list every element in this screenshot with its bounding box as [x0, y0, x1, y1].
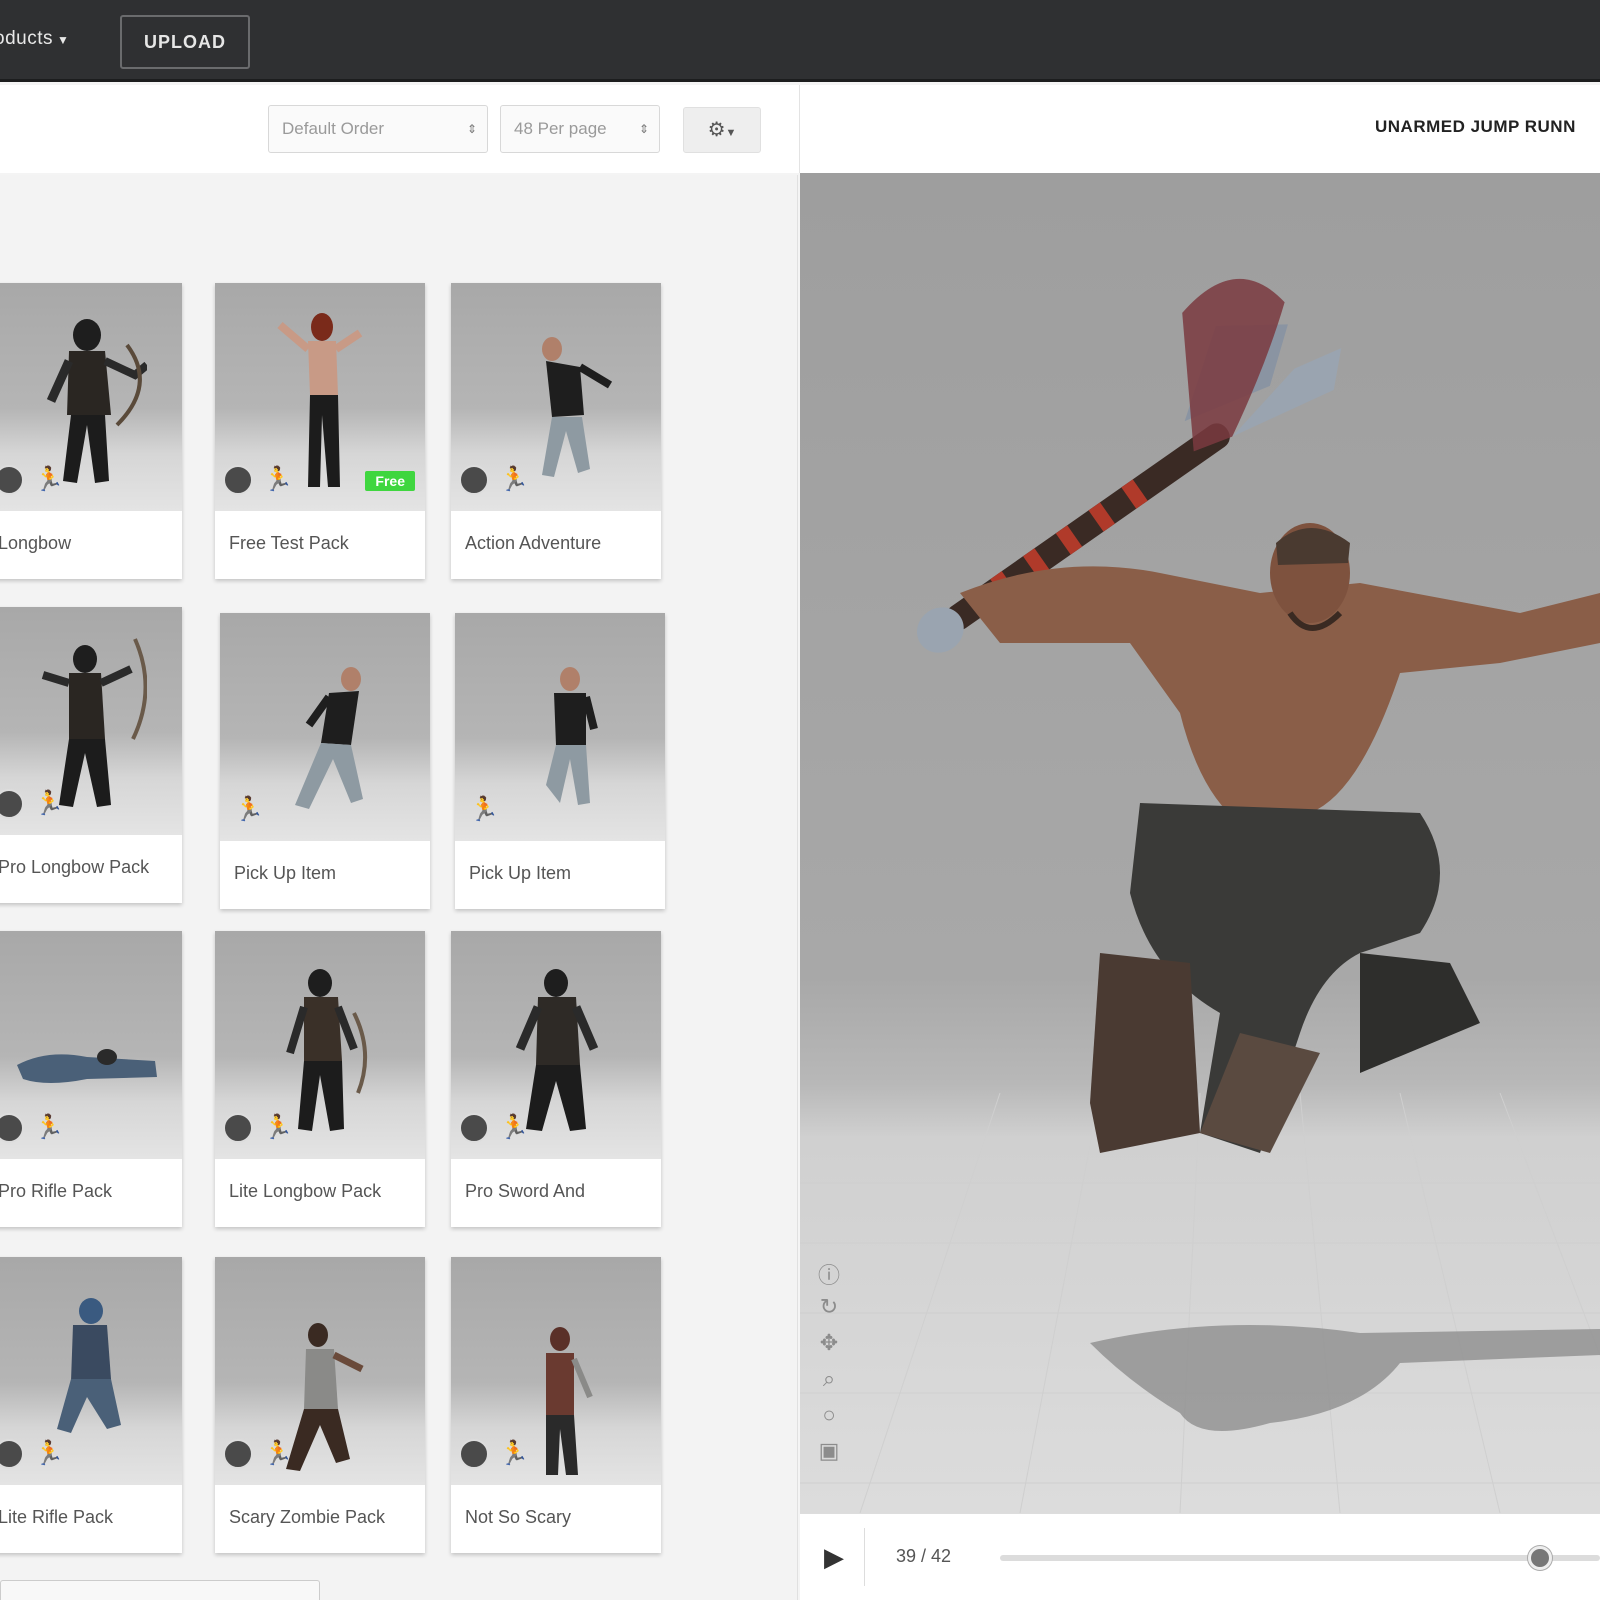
gear-icon: ⚙: [707, 119, 726, 141]
card-thumbnail: 🏃: [0, 1257, 182, 1485]
running-figure-icon: 🏃: [34, 790, 64, 817]
card-pick-up-item[interactable]: 🏃 Pick Up Item: [455, 613, 665, 909]
card-free-test-pack[interactable]: 🏃 Free Free Test Pack: [215, 283, 425, 579]
viewer-header: UNARMED JUMP RUNN: [800, 85, 1600, 173]
divider: [864, 1528, 865, 1586]
character-figure: [17, 1049, 157, 1083]
running-figure-icon: 🏃: [263, 1114, 293, 1141]
animation-count-icon: [223, 1439, 253, 1469]
card-title: Scary Zombie Pack: [229, 1507, 386, 1527]
animation-count-icon: [459, 1113, 489, 1143]
animation-count-icon: [459, 465, 489, 495]
card-thumbnail: 🏃: [451, 1257, 661, 1485]
card-title: Longbow: [0, 533, 72, 553]
card-scary-zombie-pack[interactable]: 🏃 Scary Zombie Pack: [215, 1257, 425, 1553]
select-arrows-icon: ⇕: [466, 122, 477, 136]
playback-bar: ▶ 39 / 42: [800, 1513, 1600, 1600]
card-lite-rifle-pack[interactable]: 🏃 Lite Rifle Pack: [0, 1257, 182, 1553]
card-title: Pro Longbow Pack: [0, 857, 150, 877]
card-lite-longbow-pack[interactable]: 🏃 Lite Longbow Pack: [215, 931, 425, 1227]
3d-viewer[interactable]: ⓘ ↻ ✥ ⌕ ○ ▣: [800, 173, 1600, 1513]
character-figure: [295, 667, 363, 809]
card-title: Pick Up Item: [234, 863, 337, 883]
info-icon[interactable]: ⓘ: [814, 1258, 844, 1294]
products-menu-label: oducts: [0, 28, 53, 49]
camera-icon[interactable]: ▣: [814, 1438, 844, 1474]
card-thumbnail: 🏃: [451, 283, 661, 511]
order-select-value: Default Order: [282, 119, 385, 138]
card-title: Pro Sword And: [465, 1181, 586, 1201]
per-page-select-value: 48 Per page: [514, 119, 607, 138]
play-icon[interactable]: ▶: [824, 1542, 844, 1573]
character-figure: [46, 319, 147, 483]
animation-grid: 🏃 Longbow 🏃 Free Free Test Pack 🏃 Action…: [0, 175, 798, 1600]
animation-title: UNARMED JUMP RUNN: [1375, 117, 1576, 136]
card-thumbnail: 🏃: [455, 613, 665, 841]
card-thumbnail: 🏃: [0, 283, 182, 511]
running-figure-icon: 🏃: [469, 796, 499, 823]
order-select[interactable]: Default Order ⇕: [268, 105, 488, 153]
card-longbow[interactable]: 🏃 Longbow: [0, 283, 182, 579]
card-thumbnail: 🏃: [0, 931, 182, 1159]
horizontal-scrollbar[interactable]: [0, 1580, 320, 1600]
card-pro-rifle-pack[interactable]: 🏃 Pro Rifle Pack: [0, 931, 182, 1227]
settings-button[interactable]: ⚙▼: [683, 107, 761, 153]
timeline-track[interactable]: [1000, 1555, 1600, 1561]
card-thumbnail: 🏃: [215, 1257, 425, 1485]
card-pro-sword-and[interactable]: 🏃 Pro Sword And: [451, 931, 661, 1227]
character-model: [916, 279, 1600, 1153]
center-icon[interactable]: ✥: [814, 1330, 844, 1366]
running-figure-icon: 🏃: [234, 796, 264, 823]
card-title: Pick Up Item: [469, 863, 572, 883]
character-figure: [57, 1298, 121, 1433]
card-thumbnail: 🏃: [451, 931, 661, 1159]
card-title: Pro Rifle Pack: [0, 1181, 113, 1201]
chevron-down-icon: ▼: [56, 33, 70, 47]
running-figure-icon: 🏃: [499, 1114, 529, 1141]
card-title: Lite Longbow Pack: [229, 1181, 382, 1201]
timeline-scrubber[interactable]: [1528, 1546, 1552, 1570]
top-navbar: oducts▼ UPLOAD: [0, 0, 1600, 82]
running-figure-icon: 🏃: [263, 1440, 293, 1467]
upload-button[interactable]: UPLOAD: [120, 15, 250, 69]
card-pro-longbow-pack[interactable]: 🏃 Pro Longbow Pack: [0, 607, 182, 903]
free-badge: Free: [365, 471, 415, 491]
card-thumbnail: 🏃 Free: [215, 283, 425, 511]
character-figure: [546, 667, 598, 805]
zoom-icon[interactable]: ⌕: [814, 1366, 844, 1402]
character-figure: [41, 638, 147, 807]
reset-icon[interactable]: ○: [814, 1402, 844, 1438]
card-title: Not So Scary: [465, 1507, 572, 1527]
chevron-down-icon: ▼: [725, 127, 737, 139]
frame-counter: 39 / 42: [896, 1546, 952, 1566]
card-action-adventure[interactable]: 🏃 Action Adventure: [451, 283, 661, 579]
viewer-tools: ⓘ ↻ ✥ ⌕ ○ ▣: [814, 1258, 844, 1474]
running-figure-icon: 🏃: [34, 466, 64, 493]
animation-count-icon: [459, 1439, 489, 1469]
card-thumbnail: 🏃: [0, 607, 182, 835]
running-figure-icon: 🏃: [499, 466, 529, 493]
per-page-select[interactable]: 48 Per page ⇕: [500, 105, 660, 153]
running-figure-icon: 🏃: [34, 1440, 64, 1467]
running-figure-icon: 🏃: [499, 1440, 529, 1467]
card-title: Free Test Pack: [229, 533, 349, 553]
select-arrows-icon: ⇕: [638, 122, 649, 136]
card-title: Action Adventure: [465, 533, 602, 553]
card-thumbnail: 🏃: [215, 931, 425, 1159]
card-pick-up-item[interactable]: 🏃 Pick Up Item: [220, 613, 430, 909]
card-thumbnail: 🏃: [220, 613, 430, 841]
rotate-icon[interactable]: ↻: [814, 1294, 844, 1330]
running-figure-icon: 🏃: [263, 466, 293, 493]
card-title: Lite Rifle Pack: [0, 1507, 114, 1527]
animation-count-icon: [223, 465, 253, 495]
card-not-so-scary[interactable]: 🏃 Not So Scary: [451, 1257, 661, 1553]
animation-count-icon: [223, 1113, 253, 1143]
grid-toolbar: Default Order ⇕ 48 Per page ⇕ ⚙▼: [0, 85, 800, 173]
running-figure-icon: 🏃: [34, 1114, 64, 1141]
products-menu[interactable]: oducts▼: [0, 28, 69, 50]
